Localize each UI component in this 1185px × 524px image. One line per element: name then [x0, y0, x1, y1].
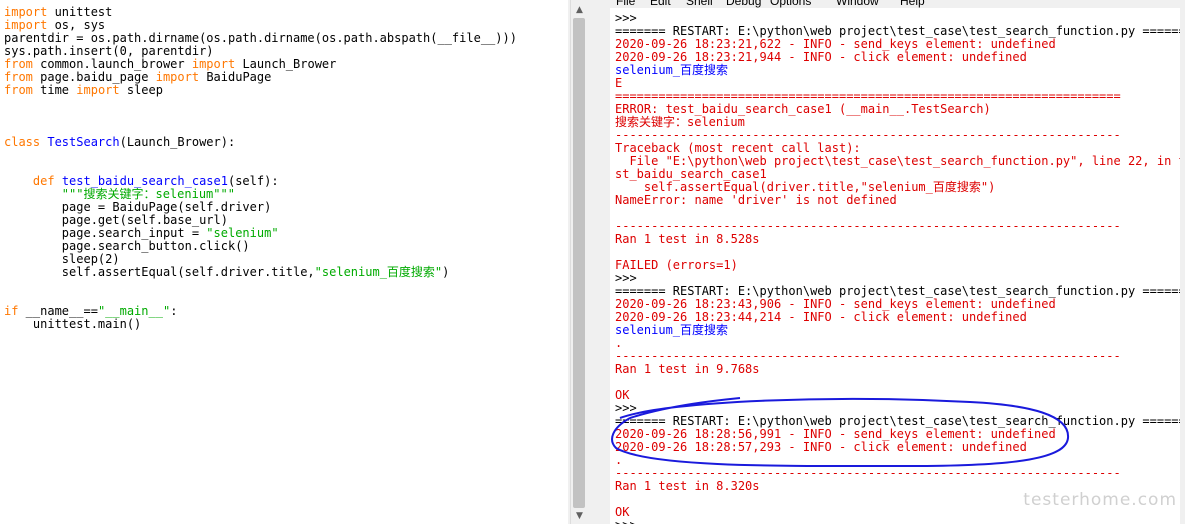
- annotation-circle: [611, 397, 1070, 468]
- menu-bar: File Edit Shell Debug Options Window Help: [610, 0, 1185, 8]
- editor-line: self.assertEqual(self.driver.title,"sele…: [4, 266, 517, 279]
- scroll-down-icon[interactable]: ▼: [571, 508, 588, 524]
- editor-code[interactable]: import unittest import os, sys parentdir =…: [4, 6, 517, 331]
- editor-token: page.baidu_page: [32, 70, 156, 84]
- editor-token: def: [4, 174, 55, 188]
- shell-window[interactable]: >>> ======= RESTART: E:\python\web proje…: [610, 0, 1180, 524]
- editor-window[interactable]: import unittest import os, sys parentdir =…: [0, 0, 568, 524]
- editor-token: self.assertEqual(self.driver.title,: [4, 265, 315, 279]
- scroll-up-icon[interactable]: ▲: [571, 2, 588, 18]
- menu-item-file[interactable]: File: [616, 0, 635, 8]
- editor-token: class: [4, 135, 41, 149]
- editor-token: test_baidu_search_case1: [61, 174, 228, 188]
- editor-token: :: [170, 304, 178, 318]
- editor-token: sys.path.insert(0, parentdir): [4, 44, 214, 58]
- shell-scrollbar[interactable]: [1180, 0, 1185, 524]
- editor-token: Launch_Brower: [235, 57, 337, 71]
- editor-token: os, sys: [47, 18, 106, 32]
- editor-scrollbar[interactable]: ▲ ▼: [570, 0, 588, 524]
- editor-token: if: [4, 304, 19, 318]
- editor-token: TestSearch: [47, 135, 120, 149]
- editor-token: "__main__": [97, 304, 171, 318]
- editor-token: parentdir = os.path.dirname(os.path.dirn…: [4, 31, 517, 45]
- editor-line: class TestSearch(Launch_Brower):: [4, 136, 517, 149]
- editor-token: import: [76, 83, 120, 97]
- window-divider: [588, 0, 610, 524]
- editor-token: "selenium": [206, 226, 279, 240]
- editor-token: page.search_input =: [4, 226, 207, 240]
- editor-token: """搜索关键字：selenium""": [4, 187, 235, 201]
- editor-token: [55, 174, 62, 188]
- menu-item-options[interactable]: Options: [770, 0, 811, 8]
- editor-token: from: [4, 83, 33, 97]
- editor-token: page = BaiduPage(self.driver): [4, 200, 272, 214]
- editor-token: __name__==: [18, 304, 98, 318]
- menu-item-shell[interactable]: Shell: [686, 0, 713, 8]
- editor-token: time: [32, 83, 77, 97]
- editor-token: (Launch_Brower):: [119, 135, 236, 149]
- editor-token: BaiduPage: [199, 70, 272, 84]
- editor-token: import: [191, 57, 236, 71]
- editor-token: common.launch_brower: [32, 57, 192, 71]
- editor-token: sleep: [119, 83, 163, 97]
- menu-item-help[interactable]: Help: [900, 0, 925, 8]
- editor-token: (self):: [227, 174, 279, 188]
- editor-token: ): [442, 265, 450, 279]
- editor-token: from: [4, 70, 33, 84]
- menu-item-edit[interactable]: Edit: [650, 0, 671, 8]
- editor-token: sleep(2): [4, 252, 120, 266]
- editor-token: unittest: [47, 5, 113, 19]
- watermark: testerhome.com: [1023, 490, 1177, 510]
- editor-token: page.get(self.base_url): [4, 213, 228, 227]
- editor-token: import: [4, 5, 48, 19]
- menu-item-window[interactable]: Window: [836, 0, 879, 8]
- editor-scroll-thumb[interactable]: [573, 18, 585, 508]
- editor-token: page.search_button.click(): [4, 239, 250, 253]
- editor-token: "selenium_百度搜索": [314, 265, 443, 279]
- editor-line: unittest.main(): [4, 318, 517, 331]
- editor-token: unittest.main(): [4, 317, 142, 331]
- menu-item-debug[interactable]: Debug: [726, 0, 761, 8]
- editor-line: from time import sleep: [4, 84, 517, 97]
- editor-token: from: [4, 57, 33, 71]
- editor-token: import: [4, 18, 48, 32]
- editor-token: import: [155, 70, 200, 84]
